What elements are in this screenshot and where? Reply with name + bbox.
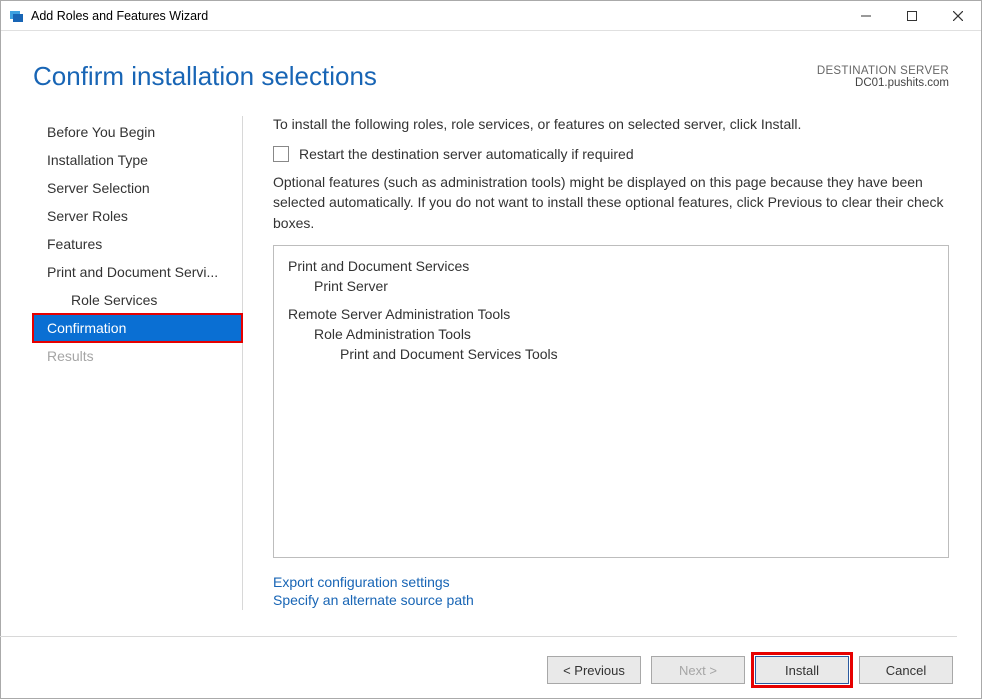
main-content: To install the following roles, role ser…: [243, 116, 949, 610]
sidebar-item-server-selection[interactable]: Server Selection: [33, 174, 242, 202]
install-button[interactable]: Install: [755, 656, 849, 684]
install-list: Print and Document Services Print Server R…: [273, 245, 949, 558]
header: Confirm installation selections DESTINAT…: [1, 31, 981, 102]
sidebar-item-installation-type[interactable]: Installation Type: [33, 146, 242, 174]
button-row: < Previous Next > Install Cancel: [547, 644, 953, 684]
sidebar-item-before-you-begin[interactable]: Before You Begin: [33, 118, 242, 146]
sidebar-item-server-roles[interactable]: Server Roles: [33, 202, 242, 230]
maximize-button[interactable]: [889, 1, 935, 30]
optional-features-text: Optional features (such as administratio…: [273, 172, 949, 233]
links-area: Export configuration settings Specify an…: [273, 574, 949, 610]
destination-server: DESTINATION SERVER DC01.pushits.com: [817, 65, 949, 92]
page-title: Confirm installation selections: [33, 61, 377, 92]
sidebar-item-print-and-document-servi[interactable]: Print and Document Servi...: [33, 258, 242, 286]
export-config-link[interactable]: Export configuration settings: [273, 574, 949, 590]
restart-label: Restart the destination server automatic…: [299, 146, 634, 162]
minimize-button[interactable]: [843, 1, 889, 30]
install-item: Print Server: [288, 278, 934, 294]
alternate-source-link[interactable]: Specify an alternate source path: [273, 592, 949, 608]
install-item: Print and Document Services: [288, 258, 934, 274]
install-item: Role Administration Tools: [288, 326, 934, 342]
window-title: Add Roles and Features Wizard: [31, 9, 843, 23]
sidebar-item-confirmation[interactable]: Confirmation: [33, 314, 242, 342]
restart-checkbox[interactable]: [273, 146, 289, 162]
list-gap: [288, 298, 934, 306]
install-item: Remote Server Administration Tools: [288, 306, 934, 322]
sidebar-item-role-services[interactable]: Role Services: [33, 286, 242, 314]
window-controls: [843, 1, 981, 30]
destination-server-label: DESTINATION SERVER: [817, 65, 949, 77]
sidebar-item-results: Results: [33, 342, 242, 370]
previous-button[interactable]: < Previous: [547, 656, 641, 684]
cancel-button[interactable]: Cancel: [859, 656, 953, 684]
next-button: Next >: [651, 656, 745, 684]
wizard-sidebar: Before You BeginInstallation TypeServer …: [33, 116, 243, 610]
titlebar: Add Roles and Features Wizard: [1, 1, 981, 31]
close-button[interactable]: [935, 1, 981, 30]
restart-option[interactable]: Restart the destination server automatic…: [273, 146, 949, 162]
app-icon: [9, 8, 25, 24]
install-item: Print and Document Services Tools: [288, 346, 934, 362]
sidebar-item-features[interactable]: Features: [33, 230, 242, 258]
destination-server-value: DC01.pushits.com: [817, 77, 949, 89]
intro-text: To install the following roles, role ser…: [273, 116, 949, 132]
